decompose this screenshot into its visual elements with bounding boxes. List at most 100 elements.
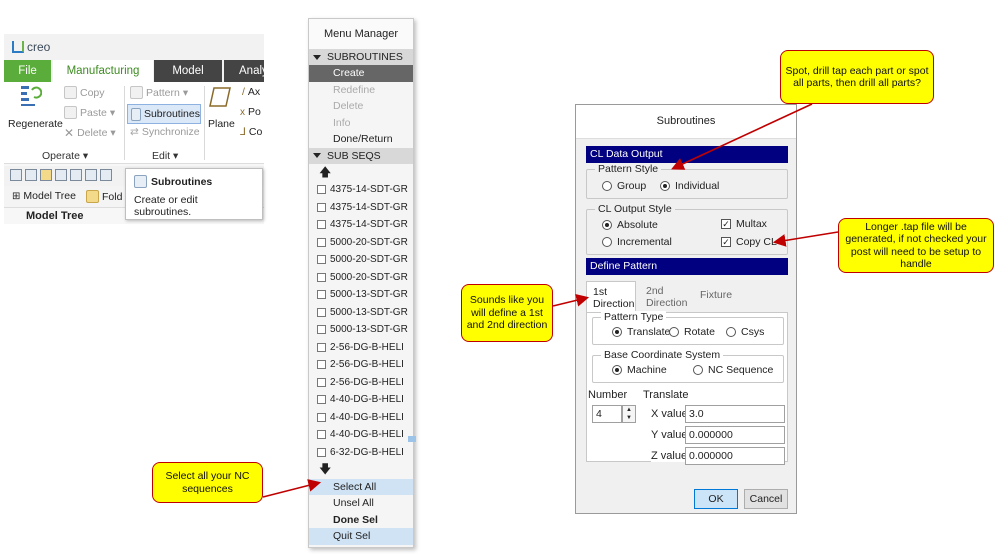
checkbox-copy-cl[interactable]: ✓ Copy CL	[721, 236, 777, 248]
pattern-button[interactable]: Pattern ▾	[130, 86, 188, 99]
save-icon[interactable]	[25, 169, 37, 181]
radio-machine[interactable]: Machine	[612, 364, 667, 376]
checkbox-icon[interactable]	[317, 412, 326, 422]
menu-item-delete[interactable]: Delete	[309, 98, 413, 115]
radio-label: Group	[617, 180, 647, 192]
new-icon[interactable]	[10, 169, 22, 181]
radio-incremental[interactable]: Incremental	[602, 236, 672, 248]
checkbox-icon[interactable]	[317, 307, 326, 317]
radio-translate[interactable]: Translate	[612, 326, 670, 338]
axis-button[interactable]: / Ax	[242, 86, 260, 98]
chevron-down-icon: ▾	[109, 106, 116, 119]
copy-button[interactable]: Copy	[64, 86, 105, 99]
paste-button[interactable]: Paste ▾	[64, 106, 115, 119]
regenerate-icon[interactable]	[20, 84, 43, 111]
sequence-item[interactable]: 5000-13-SDT-GR	[309, 304, 413, 322]
checkbox-icon[interactable]	[317, 202, 326, 212]
checkbox-icon[interactable]	[317, 395, 326, 405]
radio-group[interactable]: Group	[602, 180, 646, 192]
sequence-item[interactable]: 4375-14-SDT-GR	[309, 199, 413, 217]
csys-button[interactable]: ⅃ Co	[240, 126, 262, 138]
number-input[interactable]: 4	[592, 405, 622, 423]
radio-rotate[interactable]: Rotate	[669, 326, 715, 338]
sequence-item[interactable]: 2-56-DG-B-HELI	[309, 339, 413, 357]
checkbox-icon[interactable]	[317, 237, 326, 247]
checkbox-icon[interactable]	[317, 185, 326, 195]
sequence-item[interactable]: 5000-13-SDT-GR	[309, 321, 413, 339]
radio-nc-sequence[interactable]: NC Sequence	[693, 364, 773, 376]
sequence-item[interactable]: 5000-20-SDT-GR	[309, 269, 413, 287]
checkbox-icon[interactable]	[317, 360, 326, 370]
sequence-item[interactable]: 5000-20-SDT-GR	[309, 251, 413, 269]
window-icon[interactable]	[100, 169, 112, 181]
sequence-item[interactable]: 4-40-DG-B-HELI	[309, 391, 413, 409]
checkbox-icon[interactable]	[317, 377, 326, 387]
sequence-item[interactable]: 6-32-DG-B-HELI	[309, 444, 413, 462]
folder-icon	[86, 190, 99, 203]
checkbox-icon[interactable]	[317, 272, 326, 282]
sequence-item[interactable]: 4375-14-SDT-GR	[309, 216, 413, 234]
menu-item-done-sel[interactable]: Done Sel	[309, 512, 413, 529]
checkbox-multax[interactable]: ✓ Multax	[721, 218, 767, 230]
checkbox-icon[interactable]	[317, 447, 326, 457]
radio-absolute[interactable]: Absolute	[602, 219, 658, 231]
scroll-down-icon[interactable]: 🡇	[309, 461, 413, 479]
regenerate-button[interactable]: Regenerate	[8, 118, 63, 130]
sequence-label: 5000-20-SDT-GR	[330, 254, 408, 265]
z-value-input[interactable]: 0.000000	[685, 447, 785, 465]
menu-item-redefine[interactable]: Redefine	[309, 82, 413, 99]
y-value-input[interactable]: 0.000000	[685, 426, 785, 444]
delete-button[interactable]: ✕ Delete ▾	[64, 126, 116, 140]
verify-icon[interactable]	[85, 169, 97, 181]
tab-file[interactable]: File	[4, 60, 51, 82]
checkbox-icon[interactable]	[317, 255, 326, 265]
sequence-item[interactable]: 4-40-DG-B-HELI	[309, 426, 413, 444]
synchronize-button[interactable]: ⇄ Synchronize	[130, 126, 200, 138]
subroutines-button[interactable]: Subroutines	[127, 104, 201, 124]
point-label: Po	[248, 106, 261, 118]
folder-tab[interactable]: Fold	[86, 190, 122, 203]
sequence-item[interactable]: 4375-14-SDT-GR	[309, 181, 413, 199]
number-spinner[interactable]: ▲ ▼	[622, 405, 636, 423]
section-subroutines[interactable]: SUBROUTINES	[309, 49, 413, 65]
sequence-item[interactable]: 4-40-DG-B-HELI	[309, 409, 413, 427]
x-value-input[interactable]: 3.0	[685, 405, 785, 423]
sequence-item[interactable]: 5000-13-SDT-GR	[309, 286, 413, 304]
sequence-label: 5000-13-SDT-GR	[330, 324, 408, 335]
cancel-button[interactable]: Cancel	[744, 489, 788, 509]
checkbox-icon[interactable]	[317, 342, 326, 352]
scroll-up-icon[interactable]: 🡅	[309, 164, 413, 182]
menu-item-done-return[interactable]: Done/Return	[309, 131, 413, 148]
tab-fixture[interactable]: Fixture	[694, 281, 738, 313]
plane-button[interactable]: Plane	[208, 118, 235, 130]
menu-item-info[interactable]: Info	[309, 115, 413, 132]
model-tree-tab[interactable]: ⊞ Model Tree	[12, 190, 76, 202]
checkbox-icon[interactable]	[317, 290, 326, 300]
menu-item-create[interactable]: Create	[309, 65, 413, 82]
sequence-item[interactable]: 5000-20-SDT-GR	[309, 234, 413, 252]
menu-item-unsel-all[interactable]: Unsel All	[309, 495, 413, 512]
open-icon[interactable]	[40, 169, 52, 181]
radio-csys[interactable]: Csys	[726, 326, 764, 338]
tab-model[interactable]: Model	[154, 60, 222, 82]
checkbox-icon[interactable]	[317, 325, 326, 335]
edit-group-label[interactable]: Edit ▾	[152, 150, 178, 162]
settings-icon[interactable]	[70, 169, 82, 181]
plane-icon[interactable]	[208, 86, 232, 111]
tab-manufacturing[interactable]: Manufacturing	[53, 60, 153, 82]
tab-2nd-direction[interactable]: 2nd Direction	[640, 281, 690, 313]
checkbox-icon[interactable]	[317, 430, 326, 440]
tab-1st-direction[interactable]: 1st Direction	[586, 281, 636, 313]
section-sub-seqs[interactable]: SUB SEQS	[309, 147, 413, 164]
tab-analysis[interactable]: Analy	[224, 60, 264, 82]
sequence-item[interactable]: 2-56-DG-B-HELI	[309, 356, 413, 374]
operate-group-label[interactable]: Operate ▾	[42, 150, 88, 162]
radio-individual[interactable]: Individual	[660, 180, 719, 192]
sequence-item[interactable]: 2-56-DG-B-HELI	[309, 374, 413, 392]
ok-button[interactable]: OK	[694, 489, 738, 509]
point-button[interactable]: x Po	[240, 106, 261, 118]
menu-item-quit-sel[interactable]: Quit Sel	[309, 528, 413, 545]
file-icon[interactable]	[55, 169, 67, 181]
checkbox-icon[interactable]	[317, 220, 326, 230]
menu-item-select-all[interactable]: Select All	[309, 478, 413, 495]
